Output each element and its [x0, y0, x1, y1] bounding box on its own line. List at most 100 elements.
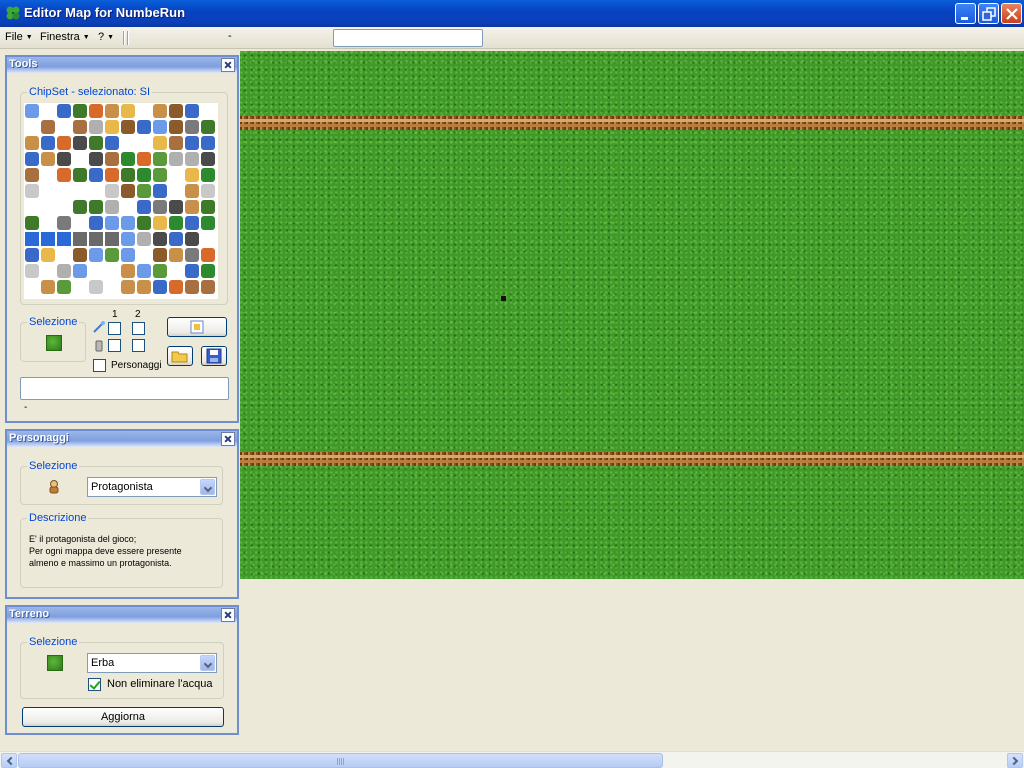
chipset-tile[interactable] [169, 232, 183, 246]
chipset-tile[interactable] [201, 168, 215, 182]
chipset-tile[interactable] [121, 104, 135, 118]
chipset-tile[interactable] [121, 184, 135, 198]
chipset-tile[interactable] [169, 104, 183, 118]
chipset-tile[interactable] [201, 152, 215, 166]
chipset-tile[interactable] [57, 136, 71, 150]
chipset-tile[interactable] [25, 104, 39, 118]
chipset-tile[interactable] [25, 184, 39, 198]
chipset-tile[interactable] [137, 168, 151, 182]
terrain-select[interactable]: Erba [87, 653, 217, 673]
chipset-tile[interactable] [105, 248, 119, 262]
layer-1-erase-checkbox[interactable] [108, 339, 121, 352]
chipset-tile[interactable] [153, 248, 167, 262]
chipset-tile[interactable] [153, 232, 167, 246]
chipset-tile[interactable] [137, 264, 151, 278]
chipset-tile[interactable] [153, 216, 167, 230]
update-terrain-button[interactable]: Aggiorna [22, 707, 224, 727]
chipset-tile[interactable] [25, 216, 39, 230]
chevron-down-icon[interactable] [200, 655, 215, 671]
chipset-tile[interactable] [89, 200, 103, 214]
scroll-right-button[interactable] [1007, 753, 1023, 768]
chipset-tile[interactable] [185, 264, 199, 278]
chipset-tile[interactable] [89, 152, 103, 166]
save-map-button[interactable] [201, 346, 227, 366]
restore-button[interactable] [978, 3, 999, 24]
chipset-tile[interactable] [137, 232, 151, 246]
chipset-tile-sheet[interactable] [24, 103, 218, 299]
scroll-left-button[interactable] [1, 753, 17, 768]
chipset-tile[interactable] [57, 216, 71, 230]
chipset-water-tile[interactable] [89, 232, 103, 246]
chipset-tile[interactable] [137, 152, 151, 166]
chipset-tile[interactable] [121, 168, 135, 182]
chipset-tile[interactable] [41, 280, 55, 294]
chipset-tile[interactable] [137, 200, 151, 214]
chipset-tile[interactable] [185, 120, 199, 134]
chipset-tile[interactable] [121, 216, 135, 230]
keep-water-checkbox[interactable] [88, 678, 101, 691]
chipset-tile[interactable] [153, 120, 167, 134]
chipset-tile[interactable] [73, 104, 87, 118]
chipset-tile[interactable] [73, 120, 87, 134]
chipset-tile[interactable] [153, 104, 167, 118]
chipset-tile[interactable] [169, 120, 183, 134]
chipset-tile[interactable] [185, 232, 199, 246]
chipset-tile[interactable] [89, 120, 103, 134]
chipset-tile[interactable] [89, 216, 103, 230]
chipset-tile[interactable] [153, 136, 167, 150]
chipset-tile[interactable] [169, 200, 183, 214]
terrain-panel-close-icon[interactable] [221, 608, 235, 622]
chipset-tile[interactable] [121, 264, 135, 278]
chipset-water-tile[interactable] [73, 232, 87, 246]
chipset-tile[interactable] [41, 120, 55, 134]
chipset-tile[interactable] [89, 280, 103, 294]
chipset-tile[interactable] [105, 152, 119, 166]
chipset-tile[interactable] [153, 200, 167, 214]
layer-1-tool-checkbox[interactable] [108, 322, 121, 335]
chipset-tile[interactable] [137, 216, 151, 230]
chipset-tile[interactable] [57, 152, 71, 166]
open-map-button[interactable] [167, 346, 193, 366]
chipset-tile[interactable] [89, 248, 103, 262]
chipset-tile[interactable] [73, 168, 87, 182]
chipset-tile[interactable] [121, 280, 135, 294]
chipset-tile[interactable] [153, 152, 167, 166]
character-select[interactable]: Protagonista [87, 477, 217, 497]
chipset-tile[interactable] [105, 168, 119, 182]
chipset-tile[interactable] [105, 216, 119, 230]
chipset-tile[interactable] [121, 120, 135, 134]
chipset-tile[interactable] [41, 248, 55, 262]
chipset-tile[interactable] [201, 184, 215, 198]
characters-checkbox[interactable] [93, 359, 106, 372]
scroll-thumb[interactable] [18, 753, 663, 768]
chipset-tile[interactable] [153, 264, 167, 278]
chipset-tile[interactable] [185, 248, 199, 262]
chipset-tile[interactable] [137, 280, 151, 294]
chipset-tile[interactable] [105, 120, 119, 134]
chipset-tile[interactable] [25, 264, 39, 278]
chipset-tile[interactable] [73, 248, 87, 262]
minimize-button[interactable] [955, 3, 976, 24]
chipset-tile[interactable] [89, 168, 103, 182]
chipset-tile[interactable] [153, 280, 167, 294]
chipset-tile[interactable] [25, 136, 39, 150]
chipset-tile[interactable] [169, 136, 183, 150]
chipset-water-tile[interactable] [57, 232, 71, 246]
tools-panel-close-icon[interactable] [221, 58, 235, 72]
chipset-tile[interactable] [201, 136, 215, 150]
chipset-tile[interactable] [153, 184, 167, 198]
chipset-tile[interactable] [185, 184, 199, 198]
chipset-tile[interactable] [57, 104, 71, 118]
chipset-tile[interactable] [89, 104, 103, 118]
chipset-water-tile[interactable] [105, 232, 119, 246]
chipset-tile[interactable] [201, 248, 215, 262]
chipset-tile[interactable] [169, 248, 183, 262]
chipset-tile[interactable] [121, 232, 135, 246]
layer-2-erase-checkbox[interactable] [132, 339, 145, 352]
chipset-tile[interactable] [137, 184, 151, 198]
chipset-tile[interactable] [41, 152, 55, 166]
chipset-tile[interactable] [201, 120, 215, 134]
chipset-tile[interactable] [121, 152, 135, 166]
chipset-tile[interactable] [89, 136, 103, 150]
chipset-tile[interactable] [185, 136, 199, 150]
